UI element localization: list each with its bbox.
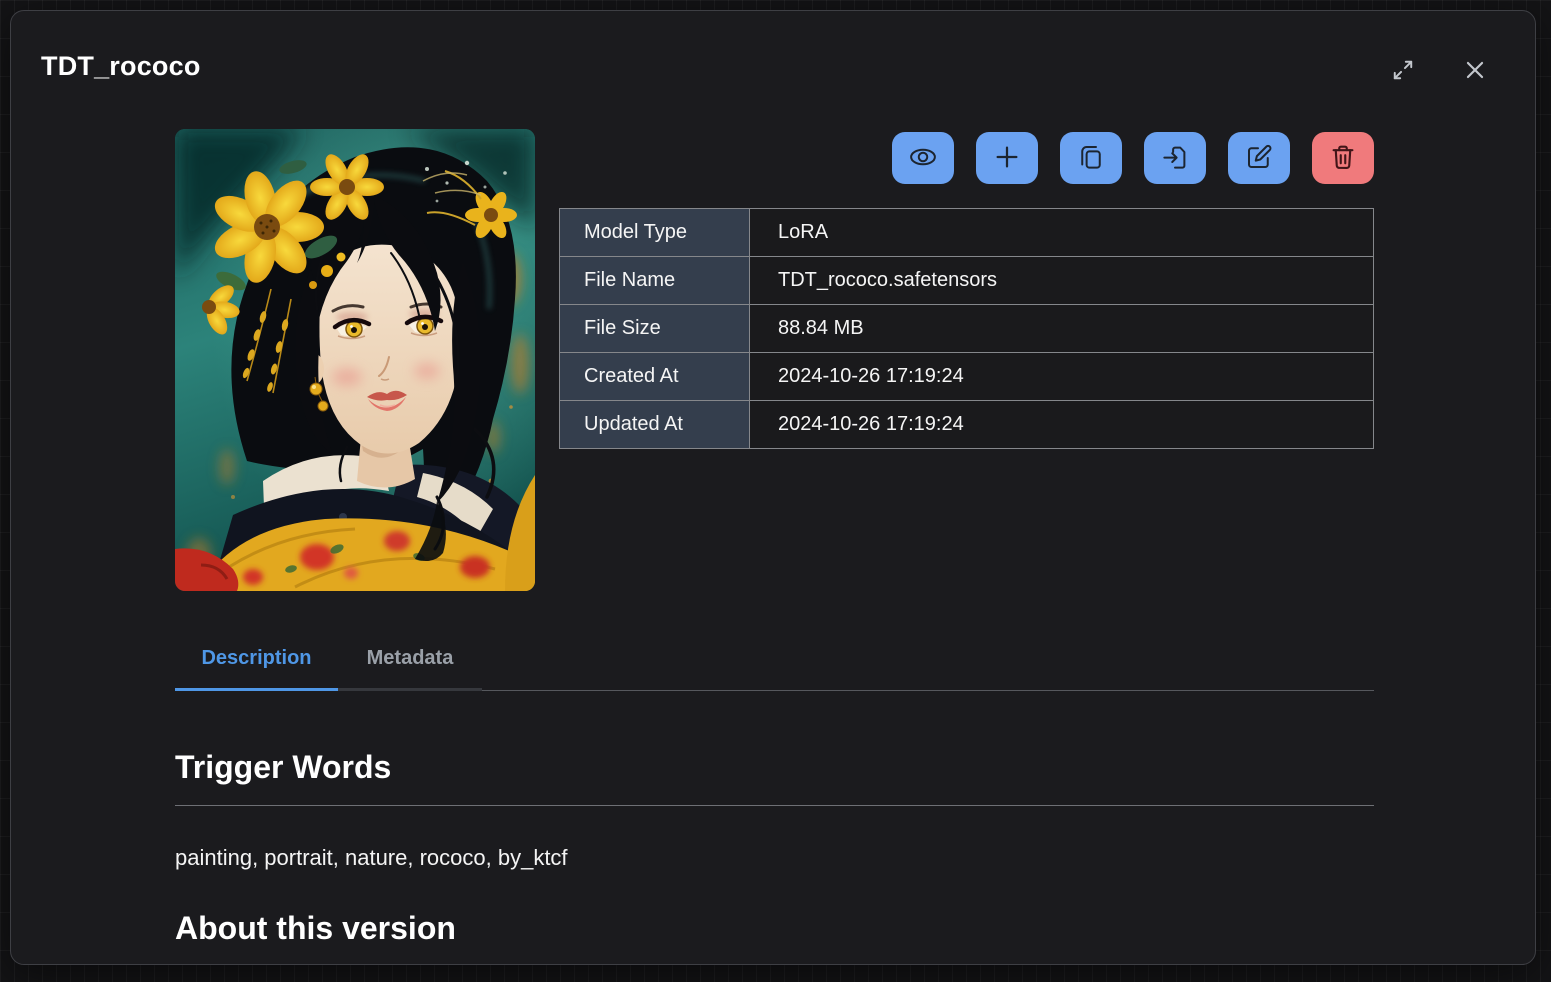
- delete-button[interactable]: [1312, 132, 1374, 184]
- action-buttons: [559, 132, 1374, 184]
- plus-icon: [992, 142, 1022, 175]
- close-button[interactable]: [1461, 57, 1489, 85]
- tab-divider: [482, 690, 1374, 691]
- import-button[interactable]: [1144, 132, 1206, 184]
- edit-icon: [1244, 142, 1274, 175]
- detail-value: 88.84 MB: [750, 305, 1374, 353]
- detail-value: 2024-10-26 17:19:24: [750, 401, 1374, 449]
- copy-button[interactable]: [1060, 132, 1122, 184]
- table-row: File Name TDT_rococo.safetensors: [560, 257, 1374, 305]
- import-icon: [1160, 142, 1190, 175]
- detail-label: Updated At: [560, 401, 750, 449]
- description-panel: Trigger Words painting, portrait, nature…: [175, 749, 1374, 947]
- close-icon: [1462, 57, 1488, 86]
- trigger-words-text: painting, portrait, nature, rococo, by_k…: [175, 845, 1374, 871]
- table-row: Updated At 2024-10-26 17:19:24: [560, 401, 1374, 449]
- detail-value: TDT_rococo.safetensors: [750, 257, 1374, 305]
- detail-label: File Name: [560, 257, 750, 305]
- about-version-heading: About this version: [175, 910, 1374, 947]
- details-column: Model Type LoRA File Name TDT_rococo.saf…: [559, 129, 1374, 591]
- model-details-table: Model Type LoRA File Name TDT_rococo.saf…: [559, 208, 1374, 449]
- table-row: Created At 2024-10-26 17:19:24: [560, 353, 1374, 401]
- detail-label: Created At: [560, 353, 750, 401]
- hero-section: Model Type LoRA File Name TDT_rococo.saf…: [175, 129, 1374, 591]
- model-details-modal: TDT_rococo: [10, 10, 1536, 965]
- copy-icon: [1076, 142, 1106, 175]
- app-background: { "modal": { "title": "TDT_rococo", "hea…: [0, 0, 1551, 982]
- detail-value: LoRA: [750, 209, 1374, 257]
- model-preview-image: [175, 129, 535, 591]
- trigger-words-heading: Trigger Words: [175, 749, 1374, 786]
- tabs-row: Description Metadata: [175, 621, 1374, 691]
- preview-button[interactable]: [892, 132, 954, 184]
- modal-title: TDT_rococo: [41, 51, 201, 82]
- expand-button[interactable]: [1389, 57, 1417, 85]
- table-row: Model Type LoRA: [560, 209, 1374, 257]
- trash-icon: [1328, 142, 1358, 175]
- add-button[interactable]: [976, 132, 1038, 184]
- detail-label: Model Type: [560, 209, 750, 257]
- portrait-illustration: [175, 129, 535, 591]
- eye-icon: [908, 142, 938, 175]
- tab-metadata[interactable]: Metadata: [338, 621, 482, 688]
- detail-value: 2024-10-26 17:19:24: [750, 353, 1374, 401]
- detail-label: File Size: [560, 305, 750, 353]
- edit-button[interactable]: [1228, 132, 1290, 184]
- tab-description[interactable]: Description: [175, 621, 338, 691]
- tab-list: Description Metadata: [175, 621, 482, 691]
- section-divider: [175, 805, 1374, 806]
- modal-header: TDT_rococo: [11, 11, 1535, 85]
- expand-icon: [1390, 57, 1416, 86]
- modal-content: Model Type LoRA File Name TDT_rococo.saf…: [11, 129, 1535, 947]
- header-icons: [1389, 57, 1489, 85]
- table-row: File Size 88.84 MB: [560, 305, 1374, 353]
